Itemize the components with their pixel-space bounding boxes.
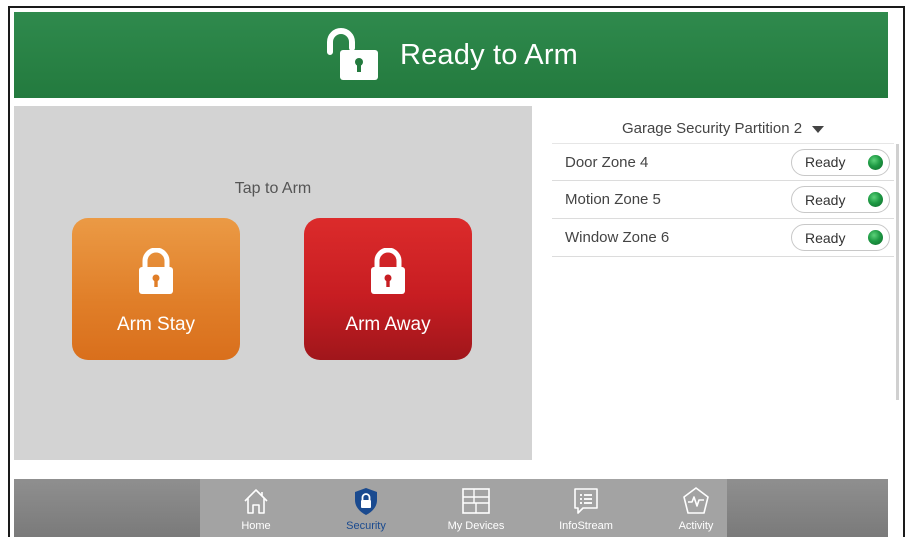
zone-list-scrollbar[interactable] — [896, 144, 899, 400]
message-list-icon — [574, 488, 598, 514]
unlocked-padlock-icon — [324, 26, 384, 84]
zone-status-text: Ready — [805, 191, 846, 208]
chevron-down-icon — [812, 125, 825, 133]
activity-pulse-icon — [683, 487, 709, 514]
nav-item-security[interactable]: Security — [326, 479, 406, 537]
nav-item-activity[interactable]: Activity — [656, 479, 736, 537]
padlock-icon — [134, 247, 178, 296]
nav-label-home: Home — [241, 520, 271, 532]
zone-status-badge: Ready — [791, 186, 890, 213]
status-led-icon — [868, 230, 883, 245]
nav-label-my-devices: My Devices — [447, 520, 505, 532]
zones-panel: Garage Security Partition 2 Door Zone 4 … — [546, 106, 900, 466]
status-led-icon — [868, 192, 883, 207]
arm-status-header: Ready to Arm — [14, 12, 888, 98]
zone-name: Motion Zone 5 — [565, 191, 661, 208]
partition-dropdown[interactable]: Garage Security Partition 2 — [546, 116, 900, 140]
zone-row[interactable]: Window Zone 6 Ready — [552, 219, 894, 257]
zone-name: Door Zone 4 — [565, 153, 649, 171]
arm-status-title: Ready to Arm — [399, 38, 579, 71]
arm-panel: Tap to Arm Arm Stay Arm Away — [14, 106, 532, 460]
arm-away-button[interactable]: Arm Away — [304, 218, 472, 360]
nav-label-activity: Activity — [678, 520, 714, 532]
home-icon — [244, 489, 268, 514]
tap-to-arm-label: Tap to Arm — [234, 180, 312, 197]
zone-list: Door Zone 4 Ready Motion Zone 5 Ready Wi… — [552, 143, 894, 257]
zone-row[interactable]: Door Zone 4 Ready — [552, 143, 894, 181]
bottom-nav-bar: Home Security My Devices InfoStream Acti… — [14, 479, 888, 537]
zone-status-badge: Ready — [791, 224, 890, 251]
arm-stay-label: Arm Stay — [116, 314, 196, 335]
zone-status-text: Ready — [805, 154, 846, 170]
zone-status-text: Ready — [805, 229, 846, 246]
shield-lock-icon — [355, 488, 377, 515]
zone-status-badge: Ready — [791, 148, 890, 176]
arm-stay-button[interactable]: Arm Stay — [72, 218, 240, 360]
zone-name: Window Zone 6 — [565, 229, 670, 246]
nav-item-infostream[interactable]: InfoStream — [546, 479, 626, 537]
zone-row[interactable]: Motion Zone 5 Ready — [552, 181, 894, 219]
nav-label-security: Security — [346, 520, 386, 532]
nav-strip: Home Security My Devices InfoStream Acti… — [200, 479, 727, 537]
arm-away-label: Arm Away — [345, 314, 431, 335]
nav-item-my-devices[interactable]: My Devices — [436, 479, 516, 537]
devices-grid-icon — [462, 488, 490, 514]
padlock-icon — [366, 247, 410, 296]
nav-item-home[interactable]: Home — [216, 479, 296, 537]
partition-label: Garage Security Partition 2 — [621, 119, 803, 137]
nav-label-infostream: InfoStream — [559, 520, 613, 532]
status-led-icon — [868, 154, 883, 170]
